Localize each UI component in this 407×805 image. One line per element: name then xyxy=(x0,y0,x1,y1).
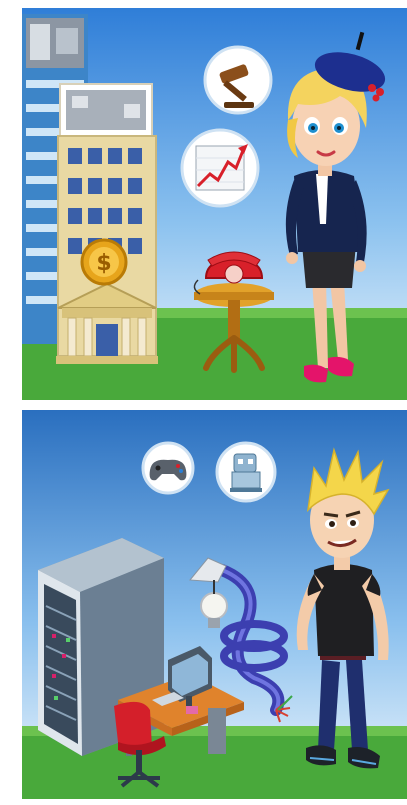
svg-text:$: $ xyxy=(96,251,111,276)
dollar-coin-icon: $ xyxy=(80,238,128,286)
technology-scene-panel xyxy=(22,410,407,799)
business-scene: $ xyxy=(22,8,407,400)
game-controller-icon xyxy=(141,441,195,495)
gavel-icon xyxy=(203,45,273,115)
office-building xyxy=(56,83,158,364)
technology-scene xyxy=(22,410,407,799)
robot-icon xyxy=(215,441,277,503)
stock-chart-icon xyxy=(180,128,260,208)
business-scene-panel: $ xyxy=(22,8,407,400)
